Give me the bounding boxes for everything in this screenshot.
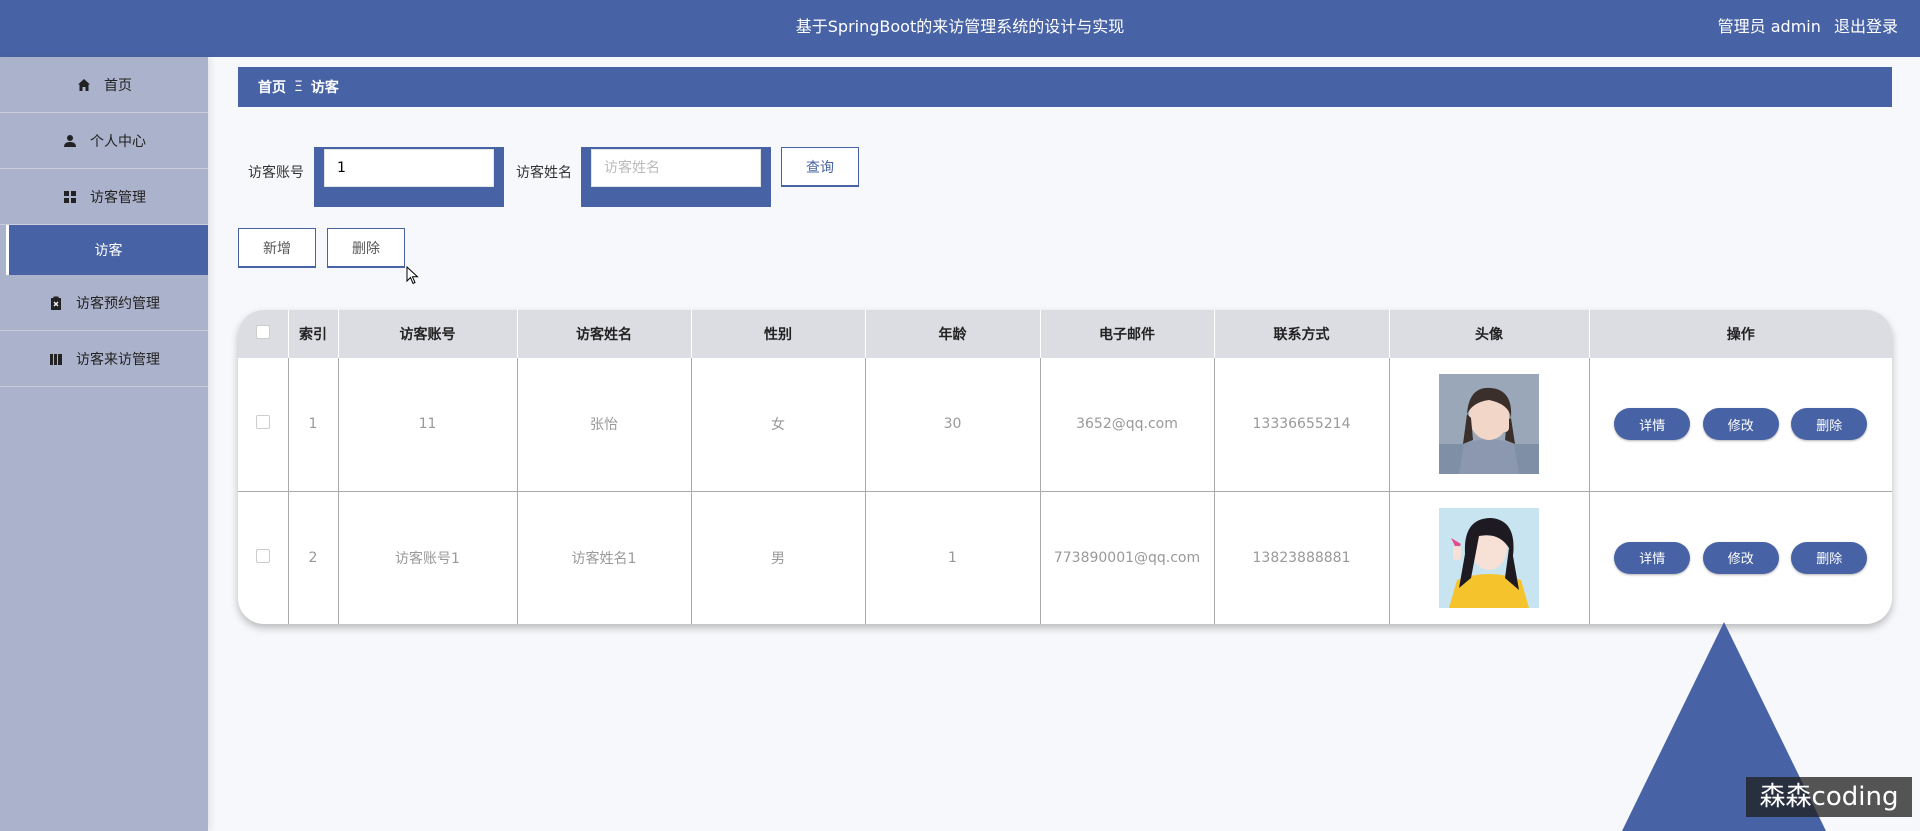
sidebar-item-visit-management[interactable]: 访客来访管理: [0, 331, 208, 387]
user-area: 管理员 admin 退出登录: [1710, 0, 1898, 57]
sidebar-item-label: 访客: [94, 243, 123, 259]
visitor-table: 索引 访客账号 访客姓名 性别 年龄 电子邮件 联系方式 头像 操作 1 11 …: [238, 310, 1892, 624]
watermark: 森森coding: [1746, 777, 1912, 817]
sidebar: 首页 个人中心 访客管理 访客 访客预约管理 访客来访管理: [0, 57, 208, 831]
name-label: 访客姓名: [516, 165, 572, 181]
sidebar-subitem-visitor[interactable]: 访客: [6, 225, 208, 275]
table-row: 2 访客账号1 访客姓名1 男 1 773890001@qq.com 13823…: [238, 490, 1892, 624]
row-checkbox[interactable]: [255, 415, 270, 430]
user-label: 管理员 admin: [1717, 17, 1821, 36]
column-header: 性别: [691, 310, 866, 358]
name-cell: 张怡: [517, 358, 692, 491]
column-header: 电子邮件: [1040, 310, 1215, 358]
row-delete-button[interactable]: 删除: [1791, 541, 1868, 574]
breadcrumb: 首页 Ξ 访客: [238, 67, 1892, 107]
account-cell: 11: [338, 358, 518, 491]
avatar-image: [1439, 507, 1539, 608]
column-header: 联系方式: [1214, 310, 1390, 358]
clipboard-icon: [48, 295, 64, 311]
operations-cell: 详情 修改 删除: [1589, 490, 1892, 624]
detail-button[interactable]: 详情: [1614, 408, 1691, 441]
row-delete-button[interactable]: 删除: [1791, 408, 1868, 441]
sidebar-item-appointment-management[interactable]: 访客预约管理: [0, 275, 208, 331]
visitor-table-card: 索引 访客账号 访客姓名 性别 年龄 电子邮件 联系方式 头像 操作 1 11 …: [238, 310, 1892, 624]
name-input[interactable]: [591, 149, 761, 187]
breadcrumb-current: 访客: [310, 80, 339, 96]
top-bar: 基于SpringBoot的来访管理系统的设计与实现 管理员 admin 退出登录: [0, 0, 1920, 57]
account-cell: 访客账号1: [338, 490, 518, 624]
user-icon: [62, 133, 78, 149]
logout-link[interactable]: 退出登录: [1834, 17, 1898, 36]
mouse-cursor-icon: [406, 266, 419, 285]
table-header-row: 索引 访客账号 访客姓名 性别 年龄 电子邮件 联系方式 头像 操作: [238, 310, 1892, 358]
delete-button[interactable]: 删除: [327, 228, 405, 268]
column-header: 访客姓名: [517, 310, 692, 358]
sidebar-item-label: 访客来访管理: [76, 351, 160, 368]
breadcrumb-home[interactable]: 首页: [258, 77, 286, 97]
detail-button[interactable]: 详情: [1614, 541, 1691, 574]
search-form: 访客账号 访客姓名 查询: [238, 147, 1038, 207]
sidebar-item-label: 访客管理: [90, 189, 146, 206]
row-checkbox-cell: [238, 358, 289, 491]
sidebar-item-visitor-management[interactable]: 访客管理: [0, 169, 208, 225]
sidebar-item-home[interactable]: 首页: [0, 57, 208, 113]
add-button[interactable]: 新增: [238, 228, 316, 268]
name-cell: 访客姓名1: [517, 490, 692, 624]
sidebar-item-label: 访客预约管理: [76, 295, 160, 312]
table-row: 1 11 张怡 女 30 3652@qq.com 13336655214 详情 …: [238, 358, 1892, 491]
column-header: 索引: [288, 310, 339, 358]
name-input-wrapper: [581, 147, 771, 207]
app-title: 基于SpringBoot的来访管理系统的设计与实现: [795, 17, 1125, 36]
avatar-cell: [1389, 490, 1590, 624]
gender-cell: 女: [691, 358, 866, 491]
operations-cell: 详情 修改 删除: [1589, 358, 1892, 491]
age-cell: 30: [865, 358, 1041, 491]
row-checkbox-cell: [238, 490, 289, 624]
avatar-cell: [1389, 358, 1590, 491]
grid-icon: [62, 189, 78, 205]
avatar-image: [1439, 374, 1539, 475]
email-cell: 773890001@qq.com: [1040, 490, 1215, 624]
sidebar-item-label: 个人中心: [90, 133, 146, 150]
book-icon: [48, 351, 64, 367]
gender-cell: 男: [691, 490, 866, 624]
edit-button[interactable]: 修改: [1702, 541, 1779, 574]
column-header: 访客账号: [338, 310, 518, 358]
email-cell: 3652@qq.com: [1040, 358, 1215, 491]
select-all-checkbox[interactable]: [255, 325, 270, 339]
account-label: 访客账号: [248, 165, 304, 181]
column-header: 年龄: [865, 310, 1041, 358]
phone-cell: 13336655214: [1214, 358, 1390, 491]
main-content: 首页 Ξ 访客 访客账号 访客姓名 查询 新增 删除 索引 访客账号 访客姓名: [238, 67, 1892, 624]
select-all-cell: [238, 310, 289, 358]
index-cell: 1: [288, 358, 339, 491]
account-input[interactable]: [324, 149, 494, 187]
phone-cell: 13823888881: [1214, 490, 1390, 624]
column-header: 头像: [1389, 310, 1590, 358]
edit-button[interactable]: 修改: [1702, 408, 1779, 441]
row-checkbox[interactable]: [255, 548, 270, 563]
sidebar-item-label: 首页: [104, 77, 132, 94]
account-input-wrapper: [314, 147, 504, 207]
column-header: 操作: [1589, 310, 1892, 358]
query-button[interactable]: 查询: [781, 147, 859, 187]
breadcrumb-separator: Ξ: [294, 79, 303, 95]
index-cell: 2: [288, 490, 339, 624]
age-cell: 1: [865, 490, 1041, 624]
sidebar-item-profile[interactable]: 个人中心: [0, 113, 208, 169]
home-icon: [76, 77, 92, 93]
